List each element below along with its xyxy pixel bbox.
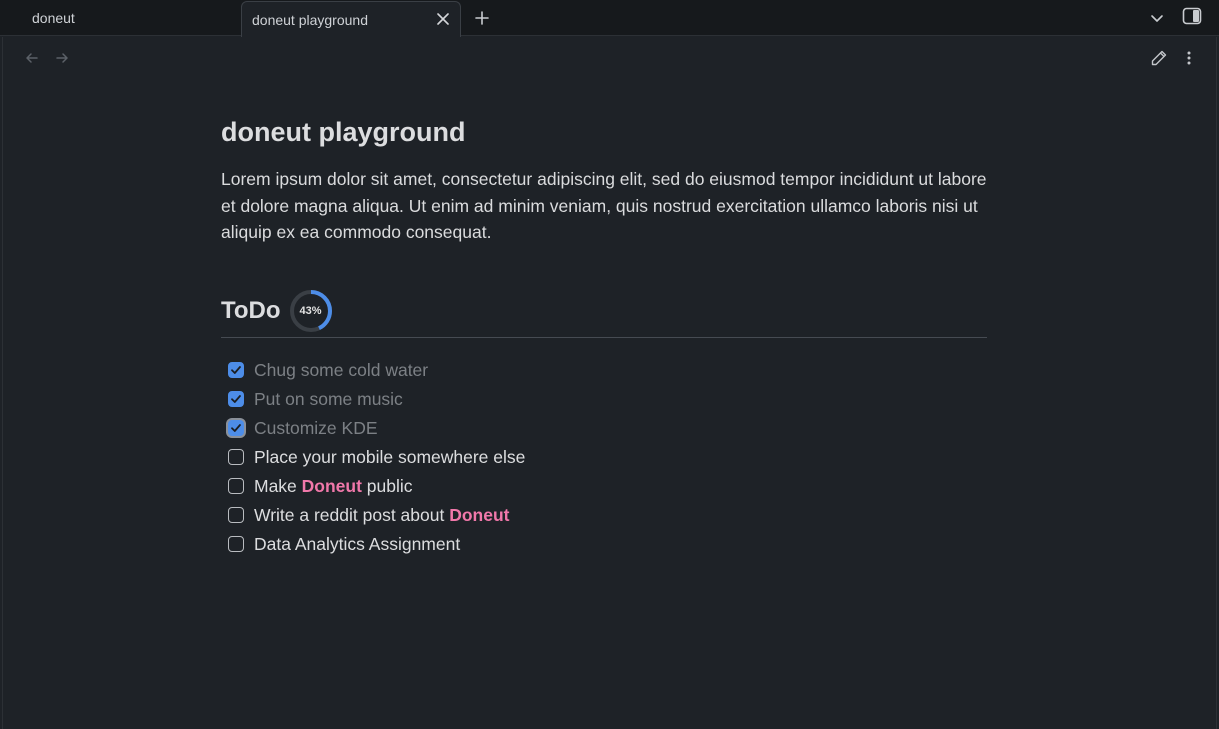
- progress-ring: 43%: [289, 289, 333, 333]
- check-icon: [231, 366, 241, 374]
- task-text-before: Write a reddit post about: [254, 504, 450, 525]
- task-text: Write a reddit post about Doneut: [254, 505, 509, 526]
- list-item: Customize KDE: [221, 414, 987, 443]
- more-vertical-icon[interactable]: [1178, 47, 1200, 69]
- list-item: Write a reddit post about Doneut: [221, 501, 987, 530]
- list-item: Chug some cold water: [221, 356, 987, 385]
- tab-label: doneut: [32, 10, 75, 26]
- task-text: Customize KDE: [254, 417, 378, 438]
- arrow-right-icon[interactable]: [52, 48, 72, 68]
- arrow-left-icon[interactable]: [22, 48, 42, 68]
- tab-label: doneut playground: [252, 11, 368, 28]
- task-checkbox[interactable]: [228, 391, 244, 407]
- pane-border-right: [1216, 37, 1217, 729]
- note-content: doneut playground Lorem ipsum dolor sit …: [221, 110, 987, 559]
- task-checkbox[interactable]: [228, 362, 244, 378]
- note-title: doneut playground: [221, 117, 466, 147]
- task-checkbox[interactable]: [228, 507, 244, 523]
- check-icon: [231, 424, 241, 432]
- task-text-before: Make: [254, 475, 302, 496]
- plus-icon[interactable]: [470, 6, 494, 30]
- close-icon[interactable]: [434, 10, 452, 28]
- list-item: Data Analytics Assignment: [221, 530, 987, 559]
- task-text-after: public: [361, 475, 413, 496]
- pencil-icon[interactable]: [1148, 47, 1170, 69]
- task-text: Put on some music: [254, 388, 403, 409]
- list-item: Place your mobile somewhere else: [221, 443, 987, 472]
- task-text: Place your mobile somewhere else: [254, 446, 526, 467]
- tab-doneut-playground[interactable]: doneut playground: [241, 1, 461, 37]
- list-item: Put on some music: [221, 385, 987, 414]
- task-highlight: Doneut: [449, 504, 510, 525]
- task-text: Chug some cold water: [254, 359, 429, 380]
- task-text: Make Doneut public: [254, 476, 413, 497]
- todo-heading: ToDo 43%: [221, 290, 987, 338]
- list-item: Make Doneut public: [221, 472, 987, 501]
- task-checkbox[interactable]: [228, 449, 244, 465]
- progress-label: 43%: [299, 305, 322, 317]
- tab-doneut[interactable]: doneut: [0, 0, 238, 36]
- pane-border-left: [2, 37, 3, 729]
- tab-bar: doneut doneut playground: [0, 0, 1219, 37]
- task-checkbox[interactable]: [228, 478, 244, 494]
- note-paragraph: Lorem ipsum dolor sit amet, consectetur …: [221, 169, 987, 242]
- chevron-down-icon[interactable]: [1145, 6, 1169, 30]
- todo-heading-text: ToDo: [221, 297, 281, 324]
- task-checkbox[interactable]: [228, 536, 244, 552]
- task-text: Data Analytics Assignment: [254, 533, 461, 554]
- task-list: Chug some cold water Put on some music C…: [221, 356, 987, 559]
- sidebar-toggle-icon[interactable]: [1180, 4, 1204, 28]
- check-icon: [231, 395, 241, 403]
- task-checkbox[interactable]: [228, 420, 244, 436]
- task-highlight: Doneut: [301, 475, 362, 496]
